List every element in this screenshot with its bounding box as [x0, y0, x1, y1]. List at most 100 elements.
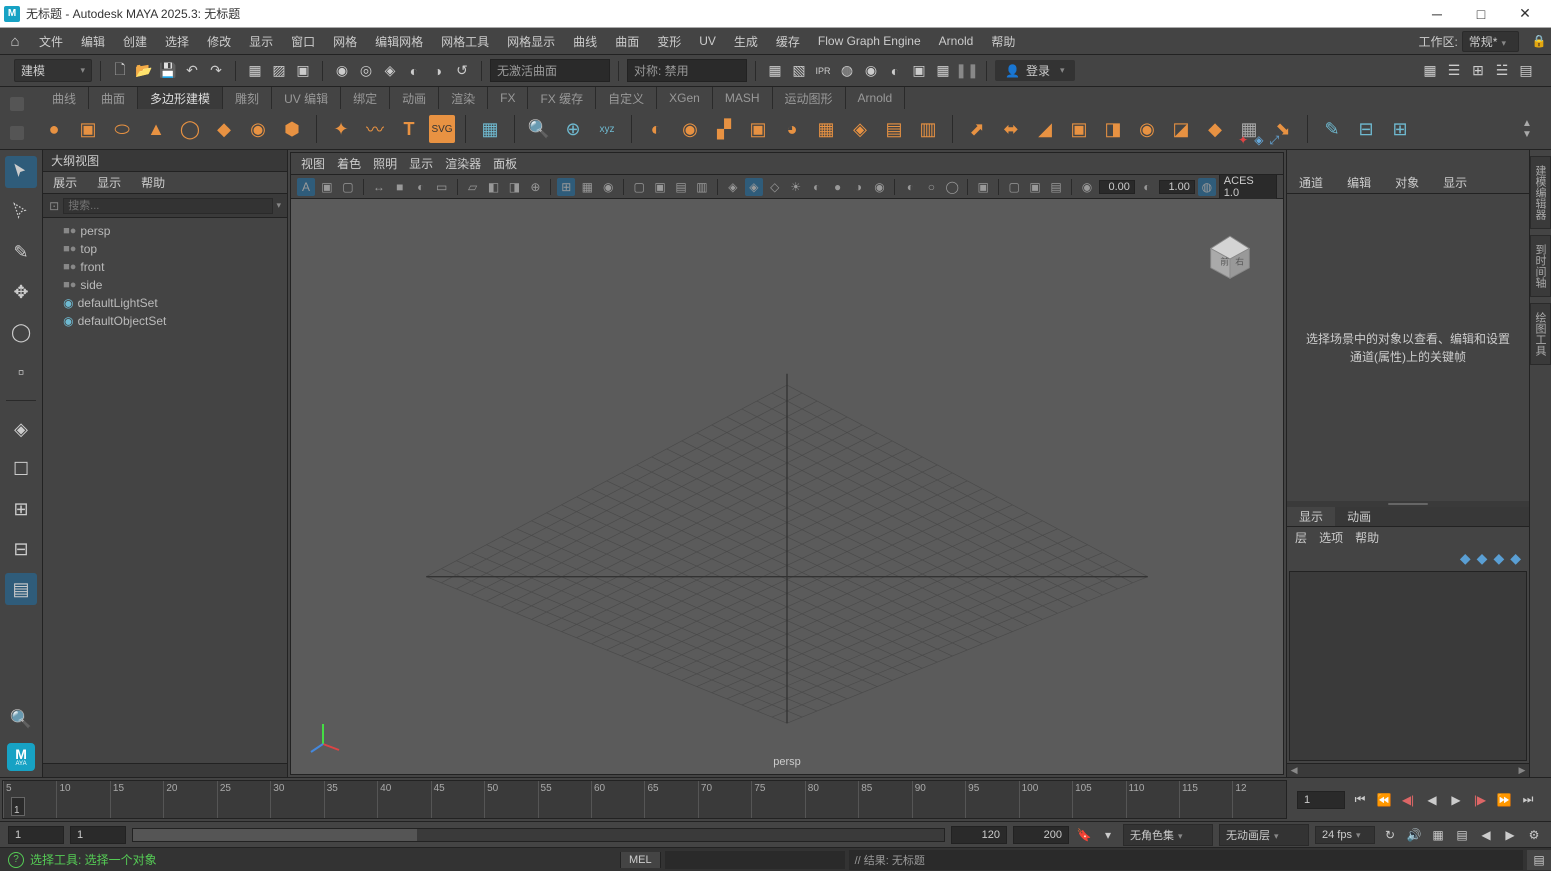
- vp-2d-pan-icon[interactable]: ↔: [370, 178, 388, 196]
- vp-image-plane-icon[interactable]: ▢: [339, 178, 357, 196]
- range-options-2-icon[interactable]: ▤: [1453, 826, 1471, 844]
- multicut-icon[interactable]: ✎: [1318, 115, 1346, 143]
- shelf-tab[interactable]: 运动图形: [773, 87, 846, 109]
- shelf-tab[interactable]: 自定义: [596, 87, 657, 109]
- menu-item[interactable]: 编辑: [72, 28, 114, 54]
- layer-menu-item[interactable]: 帮助: [1355, 529, 1379, 546]
- step-back-button[interactable]: ◀|: [1399, 791, 1417, 809]
- menu-item[interactable]: 网格: [324, 28, 366, 54]
- shelf-tab[interactable]: 渲染: [439, 87, 488, 109]
- bevel-icon[interactable]: ◢: [1031, 115, 1059, 143]
- vp-overlay-icon[interactable]: ▭: [433, 178, 451, 196]
- filter-icon[interactable]: ⊡: [49, 199, 59, 213]
- svg-tool-icon[interactable]: SVG: [429, 115, 455, 143]
- render-ipr-icon[interactable]: ▧: [788, 60, 810, 82]
- vp-shaded-icon[interactable]: ◉: [599, 178, 617, 196]
- sphere-icon[interactable]: ●: [40, 115, 68, 143]
- connect-icon[interactable]: ◆: [1201, 115, 1229, 143]
- workspace-value[interactable]: 常规*: [1462, 31, 1519, 52]
- home-icon[interactable]: ⌂: [0, 28, 30, 54]
- panel-layout-icon[interactable]: ▦: [1419, 60, 1441, 82]
- bridge-icon[interactable]: ⬌: [997, 115, 1025, 143]
- layout-outliner-button[interactable]: ▤: [5, 573, 37, 605]
- outliner-menu-item[interactable]: 展示: [43, 172, 87, 193]
- layer-vis-icon[interactable]: ◆: [1460, 550, 1471, 567]
- snap-curve-icon[interactable]: ◎: [355, 60, 377, 82]
- vp-hud-3-icon[interactable]: ▤: [1047, 178, 1065, 196]
- search-dropdown-icon[interactable]: ▾: [277, 200, 282, 211]
- workspace-selector[interactable]: 工作区: 常规*: [1410, 28, 1527, 54]
- outliner-item[interactable]: ■●persp: [43, 222, 287, 240]
- viewport-3d-view[interactable]: 前 右 persp: [291, 199, 1283, 774]
- range-options-1-icon[interactable]: ▦: [1429, 826, 1447, 844]
- range-slider[interactable]: [132, 828, 945, 842]
- vp-xray-icon[interactable]: ◈: [724, 178, 742, 196]
- lasso-tool-button[interactable]: [5, 196, 37, 228]
- vp-select-camera-icon[interactable]: A: [297, 178, 315, 196]
- append-poly-icon[interactable]: ▣: [1065, 115, 1093, 143]
- outliner-item[interactable]: ◉defaultObjectSet: [43, 312, 287, 330]
- vp-hud-2-icon[interactable]: ▣: [1026, 178, 1044, 196]
- menu-item[interactable]: UV: [690, 28, 725, 54]
- menu-item[interactable]: 网格显示: [498, 28, 564, 54]
- zoom-selected-icon[interactable]: 🔍: [525, 115, 553, 143]
- vp-colorspace[interactable]: ACES 1.0: [1219, 174, 1277, 200]
- outliner-item[interactable]: ■●side: [43, 276, 287, 294]
- range-options-3-icon[interactable]: ◀: [1477, 826, 1495, 844]
- layer-tab[interactable]: 显示: [1287, 507, 1335, 526]
- combine-icon[interactable]: ▣: [744, 115, 772, 143]
- menu-item[interactable]: 缓存: [767, 28, 809, 54]
- vp-dof-icon[interactable]: ◉: [870, 178, 888, 196]
- maya-badge-icon[interactable]: MAYA: [7, 743, 35, 771]
- vp-iso-1-icon[interactable]: ▢: [630, 178, 648, 196]
- dock-modeling-toolkit[interactable]: 建模编辑器: [1530, 156, 1551, 229]
- dock-draw-tools[interactable]: 绘图工具: [1530, 303, 1551, 365]
- select-mode-component-icon[interactable]: ▨: [268, 60, 290, 82]
- render-setup-icon[interactable]: ◉: [860, 60, 882, 82]
- vp-gamma-icon[interactable]: ◯: [943, 178, 961, 196]
- snap-grid-icon[interactable]: ◉: [331, 60, 353, 82]
- anim-layer-selector[interactable]: 无动画层: [1219, 824, 1309, 846]
- script-editor-button[interactable]: ▤: [1527, 850, 1551, 870]
- shelf-tab[interactable]: FX: [488, 87, 528, 109]
- vp-light-icon[interactable]: ☀: [787, 178, 805, 196]
- layout-four-button[interactable]: ⊞: [5, 493, 37, 525]
- vp-far-icon[interactable]: ◐: [1138, 178, 1156, 196]
- viewport-menu-item[interactable]: 显示: [409, 155, 433, 172]
- layer-scrollbar[interactable]: ◀▶: [1287, 763, 1529, 777]
- reduce-icon[interactable]: ▤: [880, 115, 908, 143]
- offset-edge-icon[interactable]: ⊞: [1386, 115, 1414, 143]
- outliner-item[interactable]: ◉defaultLightSet: [43, 294, 287, 312]
- play-back-button[interactable]: ◀: [1423, 791, 1441, 809]
- menu-item[interactable]: 选择: [156, 28, 198, 54]
- outliner-search-input[interactable]: [63, 198, 272, 214]
- fps-selector[interactable]: 24 fps: [1315, 826, 1375, 844]
- pause-icon[interactable]: ❚❚: [956, 60, 978, 82]
- select-mode-hierarchy-icon[interactable]: ▣: [292, 60, 314, 82]
- menu-item[interactable]: 窗口: [282, 28, 324, 54]
- fill-hole-icon[interactable]: ▦: [812, 115, 840, 143]
- auto-key-icon[interactable]: 🔖: [1075, 826, 1093, 844]
- vp-grease-icon[interactable]: ■: [391, 178, 409, 196]
- lock-ui-icon[interactable]: 🔒: [1527, 28, 1551, 54]
- vp-near-value[interactable]: 0.00: [1099, 180, 1135, 194]
- cylinder-icon[interactable]: ⬭: [108, 115, 136, 143]
- modeling-toolkit-toggle-icon[interactable]: ▤: [1515, 60, 1537, 82]
- layer-playback-icon[interactable]: ◆: [1477, 550, 1488, 567]
- vp-joint-xray-icon[interactable]: ◇: [766, 178, 784, 196]
- vp-motion-blur-icon[interactable]: ◑: [850, 178, 868, 196]
- light-editor-icon[interactable]: ◐: [884, 60, 906, 82]
- viewport-expand-icon[interactable]: ⤢: [1269, 133, 1279, 148]
- step-back-key-button[interactable]: ⏪: [1375, 791, 1393, 809]
- shelf-tab[interactable]: 多边形建模: [138, 87, 223, 109]
- key-dropdown-icon[interactable]: ▾: [1099, 826, 1117, 844]
- redo-icon[interactable]: ↷: [205, 60, 227, 82]
- viewport-menu-item[interactable]: 照明: [373, 155, 397, 172]
- vp-gate-icon[interactable]: ▱: [464, 178, 482, 196]
- viewport-axis-icon[interactable]: ✦: [1238, 133, 1248, 148]
- command-input[interactable]: [665, 851, 845, 869]
- range-end-inner[interactable]: 120: [951, 826, 1007, 844]
- channel-box-toggle-icon[interactable]: ☱: [1491, 60, 1513, 82]
- channel-tab[interactable]: 编辑: [1335, 172, 1383, 193]
- snap-surface-icon[interactable]: ◐: [403, 60, 425, 82]
